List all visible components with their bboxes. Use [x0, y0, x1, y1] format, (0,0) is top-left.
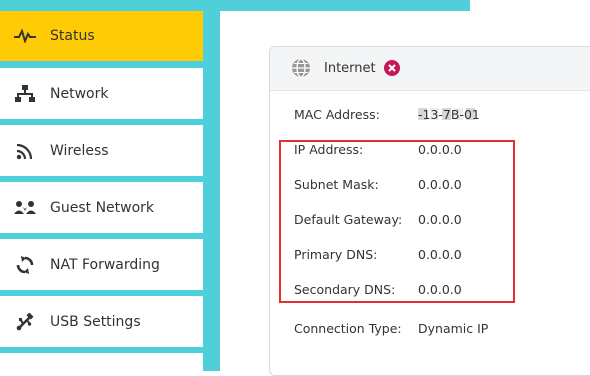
sidebar-item-label: Network: [50, 85, 109, 102]
sidebar-item-label: NAT Forwarding: [50, 256, 160, 273]
sidebar-item-partial[interactable]: [0, 353, 203, 371]
sidebar-item-label: Status: [50, 28, 95, 44]
globe-icon: [291, 58, 311, 78]
connection-type-label: Connection Type:: [294, 321, 402, 336]
wifi-icon: [14, 141, 36, 161]
sidebar-item-wireless[interactable]: Wireless: [0, 125, 203, 176]
sidebar-item-label: Wireless: [50, 142, 109, 159]
sidebar-item-usb-settings[interactable]: USB Settings: [0, 296, 203, 347]
sidebar-item-status[interactable]: Status: [0, 11, 203, 61]
panel-title: Internet: [324, 61, 376, 76]
disconnected-icon: [384, 60, 400, 76]
pulse-icon: [14, 26, 36, 46]
sidebar-item-network[interactable]: Network: [0, 68, 203, 119]
sidebar-item-guest-network[interactable]: Guest Network: [0, 182, 203, 233]
internet-panel-header: Internet: [270, 47, 590, 91]
mac-address-label: MAC Address:: [294, 107, 380, 122]
network-icon: [14, 84, 36, 104]
sidebar-item-label: USB Settings: [50, 313, 141, 330]
sidebar-item-label: Guest Network: [50, 199, 155, 216]
top-frame: [220, 0, 470, 11]
refresh-icon: [14, 255, 36, 275]
connection-type-value: Dynamic IP: [418, 321, 489, 336]
highlight-box: [279, 140, 515, 303]
sidebar-item-nat-forwarding[interactable]: NAT Forwarding: [0, 239, 203, 290]
usb-icon: [14, 312, 36, 332]
guests-icon: [14, 198, 36, 218]
mac-address-value: -13-7B-01: [418, 107, 480, 122]
